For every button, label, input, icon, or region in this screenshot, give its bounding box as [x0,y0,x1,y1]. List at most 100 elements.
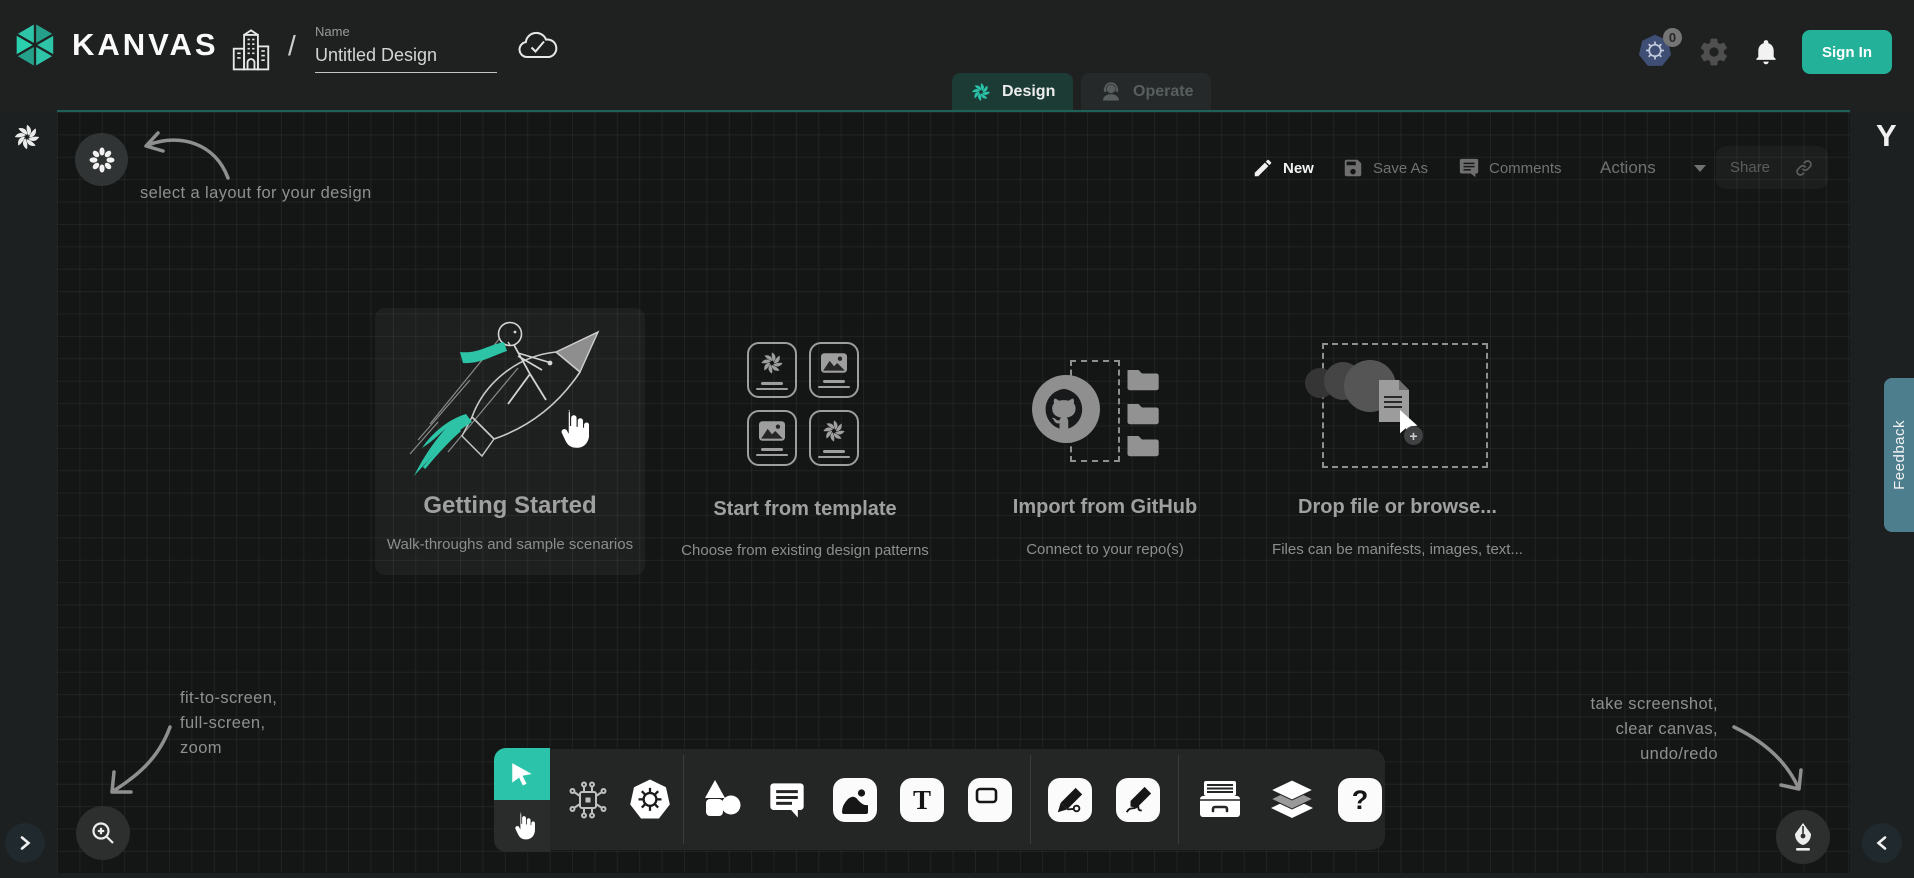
organization-icon[interactable] [228,26,274,76]
pen-path-tool[interactable] [1047,777,1093,823]
zoom-hint-arrow [90,715,190,810]
card-title: Start from template [690,498,920,521]
new-pencil-icon [1252,157,1274,179]
repo-folder-icon [1126,366,1160,392]
layout-selector-button[interactable] [75,133,128,186]
brand-name: KANVAS [72,27,219,63]
card-subtitle: Choose from existing design patterns [667,542,943,559]
save-floppy-icon [1342,157,1364,179]
pen-nib-button[interactable] [1776,810,1830,864]
toolbar-divider [1030,755,1031,844]
feedback-label: Feedback [1891,420,1908,490]
drawer-tool[interactable] [1197,777,1243,823]
sign-in-button[interactable]: Sign In [1802,30,1892,74]
expand-left-panel-button[interactable] [5,823,45,863]
shapes-tool[interactable] [699,777,745,823]
help-glyph: ? [1352,785,1369,816]
comments-bubble-icon [1458,157,1480,179]
screenshot-hint-text: take screenshot, clear canvas, undo/redo [1591,692,1718,767]
design-spiral-icon [970,81,992,103]
pen-nib-icon [1789,822,1817,852]
brand-logo[interactable]: KANVAS [12,22,219,68]
repo-folder-icon [1126,432,1160,458]
frame-tool[interactable] [967,777,1013,823]
tab-design[interactable]: Design [952,73,1073,110]
template-tile [809,410,859,466]
getting-started-illustration [390,312,630,490]
tab-operate-label: Operate [1133,83,1193,101]
template-tile [747,410,797,466]
screenshot-hint-arrow [1722,715,1822,810]
zoom-button[interactable] [76,806,130,860]
collapse-right-panel-button[interactable] [1862,823,1902,863]
sketch-pencil-tool[interactable] [1115,777,1161,823]
share-label: Share [1730,159,1770,176]
tab-design-label: Design [1002,83,1055,101]
save-as-button[interactable]: Save As [1342,150,1428,186]
header-actions: 0 Sign In [1636,30,1892,74]
image-icon [821,352,847,374]
chevron-down-icon [1693,163,1707,173]
notifications-bell-icon[interactable] [1752,37,1780,67]
card-title: Import from GitHub [985,496,1225,519]
card-subtitle: Walk-throughs and sample scenarios [375,536,645,553]
pan-tool-button[interactable] [494,800,550,852]
github-logo-icon [1031,374,1101,444]
spiral-icon [821,418,847,444]
layers-tool[interactable] [1269,777,1315,823]
settings-gear-icon[interactable] [1698,36,1730,68]
cursor-tool-stack [494,748,550,852]
toolbar-divider [683,755,684,844]
share-button[interactable]: Share [1716,146,1828,189]
card-title: Drop file or browse... [1280,496,1515,519]
image-icon [759,420,785,442]
template-thumbnails [747,342,865,466]
magnifier-plus-icon [89,819,117,847]
actions-label: Actions [1600,158,1656,178]
feedback-tab[interactable]: Feedback [1884,378,1914,532]
zoom-hint-text: fit-to-screen, full-screen, zoom [180,686,277,761]
image-tool[interactable] [832,777,878,823]
save-status-cloud-icon[interactable] [516,30,560,62]
repo-folder-icon [1126,400,1160,426]
kubernetes-context-switcher[interactable]: 0 [1636,32,1676,72]
actions-dropdown[interactable]: Actions [1600,150,1707,186]
new-design-button[interactable]: New [1252,150,1314,186]
card-subtitle: Files can be manifests, images, text... [1257,541,1539,558]
card-import-from-github[interactable]: Import from GitHub Connect to your repo(… [985,340,1225,570]
share-link-icon [1794,158,1814,178]
card-getting-started[interactable]: Getting Started Walk-throughs and sample… [375,308,645,575]
kanvas-hexagon-icon [12,22,58,68]
bottom-toolbar: T [550,749,1385,850]
select-cursor-icon [509,761,535,787]
design-name-label: Name [315,24,497,39]
comments-label: Comments [1489,160,1562,177]
card-title: Getting Started [375,492,645,520]
template-tile [747,342,797,398]
hand-cursor [553,408,589,450]
pan-hand-icon [508,811,536,841]
layout-flower-icon [89,147,115,173]
spiral-icon [759,350,785,376]
tab-operate[interactable]: Operate [1081,73,1211,110]
kubernetes-tool[interactable] [627,777,673,823]
app-header: KANVAS / Name [0,0,1914,110]
text-tool[interactable]: T [899,777,945,823]
design-name-block: Name [315,24,497,73]
card-drop-file[interactable]: + Drop file or browse... Files can be ma… [1280,340,1515,570]
comments-button[interactable]: Comments [1458,150,1562,186]
context-count-badge: 0 [1663,28,1682,47]
layout-hint-text: select a layout for your design [140,184,372,203]
meshery-spiral-icon[interactable] [12,122,42,152]
breadcrumb-separator: / [288,30,296,62]
design-name-input[interactable] [315,43,497,73]
comment-tool[interactable] [764,777,810,823]
card-subtitle: Connect to your repo(s) [961,541,1249,558]
toolbar-divider [1178,755,1179,844]
component-circuit-tool[interactable] [565,777,611,823]
select-tool-button[interactable] [494,748,550,800]
help-tool[interactable]: ? [1337,777,1383,823]
new-label: New [1283,160,1314,177]
operator-headset-icon [1099,80,1123,104]
card-start-from-template[interactable]: Start from template Choose from existing… [690,340,920,570]
